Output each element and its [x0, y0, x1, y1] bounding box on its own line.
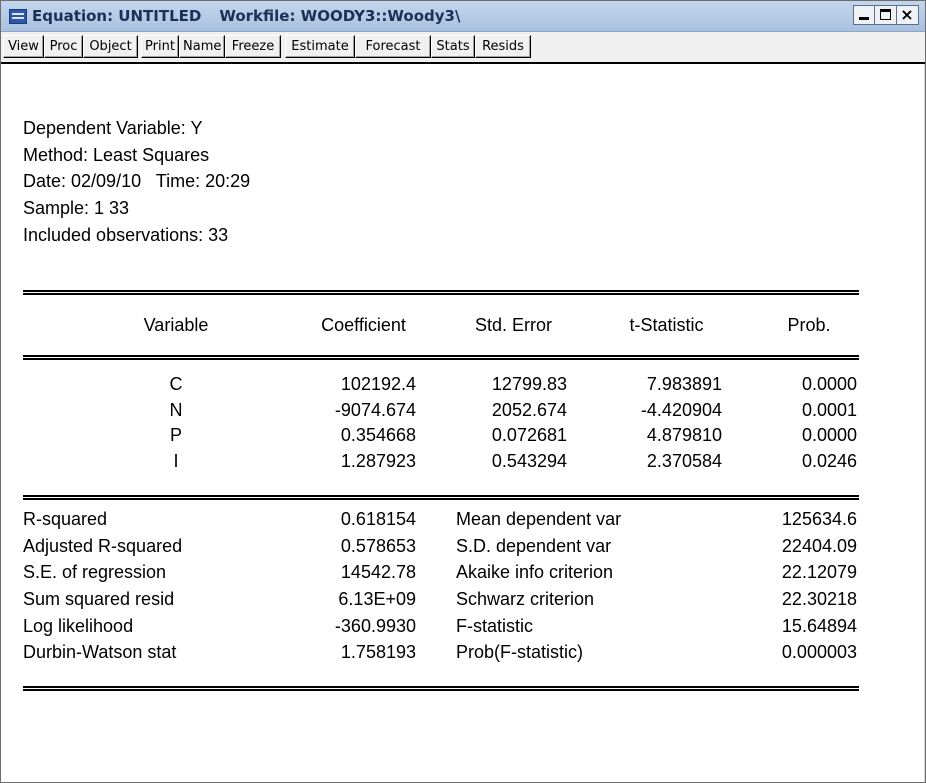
coef-coefficient: 0.354668: [340, 425, 416, 445]
maximize-icon: [880, 9, 891, 20]
stat-label-right: Schwarz criterion: [456, 589, 595, 609]
stat-value-right: 22.12079: [781, 562, 857, 582]
column-header-t-statistic: t-Statistic: [629, 315, 704, 335]
window-app-icon[interactable]: [9, 9, 27, 24]
stat-label-right: Akaike info criterion: [456, 562, 614, 582]
stat-value-right: 22.30218: [781, 589, 857, 609]
stat-label-left: S.E. of regression: [23, 562, 167, 582]
coef-variable: C: [169, 374, 183, 394]
freeze-button[interactable]: Freeze: [225, 35, 281, 58]
coef-t-statistic: -4.420904: [640, 400, 722, 420]
coef-coefficient: 102192.4: [340, 374, 416, 394]
coef-variable: N: [169, 400, 183, 420]
print-button[interactable]: Print: [141, 35, 179, 58]
column-header-coefficient: Coefficient: [321, 315, 406, 335]
coef-t-statistic: 4.879810: [646, 425, 722, 445]
coef-std-error: 12799.83: [491, 374, 567, 394]
stat-label-left: Sum squared resid: [23, 589, 175, 609]
coef-prob: 0.0246: [801, 451, 857, 471]
proc-button[interactable]: Proc: [44, 35, 83, 58]
date-time-line: Date: 02/09/10 Time: 20:29: [23, 171, 251, 191]
included-observations-line: Included observations: 33: [23, 225, 229, 245]
object-button[interactable]: Object: [83, 35, 138, 58]
stat-value-left: -360.9930: [334, 616, 416, 636]
name-button[interactable]: Name: [179, 35, 225, 58]
coef-coefficient: 1.287923: [340, 451, 416, 471]
dependent-variable-line: Dependent Variable: Y: [23, 118, 203, 138]
close-icon: ×: [900, 5, 914, 24]
coef-prob: 0.0000: [801, 425, 857, 445]
coef-bottom-rule: [23, 495, 859, 500]
title-bar[interactable]: Equation: UNTITLED Workfile: WOODY3::Wood…: [1, 1, 925, 32]
stat-label-right: S.D. dependent var: [456, 536, 612, 556]
stat-value-right: 125634.6: [781, 509, 857, 529]
coef-variable: P: [169, 425, 182, 445]
stat-label-right: Mean dependent var: [456, 509, 622, 529]
window-right-edge: [924, 64, 925, 782]
estimate-button[interactable]: Estimate: [285, 35, 355, 58]
stat-value-left: 14542.78: [340, 562, 416, 582]
equation-toolbar: View Proc Object Print Name Freeze Estim…: [1, 32, 925, 64]
coef-t-statistic: 2.370584: [646, 451, 722, 471]
stat-value-left: 0.618154: [340, 509, 416, 529]
table-bottom-rule: [23, 686, 859, 691]
close-button[interactable]: ×: [897, 5, 919, 25]
stat-label-left: R-squared: [23, 509, 108, 529]
coef-std-error: 0.072681: [491, 425, 567, 445]
view-button[interactable]: View: [3, 35, 44, 58]
equation-window: Equation: UNTITLED Workfile: WOODY3::Wood…: [0, 0, 926, 783]
title-equation: Equation: UNTITLED: [32, 7, 202, 25]
header-bottom-rule: [23, 355, 859, 360]
resids-button[interactable]: Resids: [475, 35, 531, 58]
stat-value-left: 6.13E+09: [338, 589, 416, 609]
stat-label-left: Durbin-Watson stat: [23, 642, 177, 662]
stat-label-right: F-statistic: [456, 616, 534, 636]
coef-variable: I: [173, 451, 179, 471]
minimize-button[interactable]: [853, 5, 875, 25]
minimize-icon: [859, 17, 869, 20]
stat-value-right: 15.64894: [781, 616, 857, 636]
table-top-rule: [23, 290, 859, 295]
coef-t-statistic: 7.983891: [646, 374, 722, 394]
coef-prob: 0.0001: [801, 400, 857, 420]
coef-std-error: 0.543294: [491, 451, 567, 471]
coef-std-error: 2052.674: [491, 400, 567, 420]
method-line: Method: Least Squares: [23, 145, 210, 165]
maximize-button[interactable]: [875, 5, 897, 25]
stat-value-right: 22404.09: [781, 536, 857, 556]
stat-value-left: 1.758193: [340, 642, 416, 662]
stat-value-right: 0.000003: [781, 642, 857, 662]
column-header-prob: Prob.: [787, 315, 831, 335]
stat-label-right: Prob(F-statistic): [456, 642, 584, 662]
coef-prob: 0.0000: [801, 374, 857, 394]
window-controls: ×: [853, 5, 919, 25]
stat-value-left: 0.578653: [340, 536, 416, 556]
forecast-button[interactable]: Forecast: [355, 35, 431, 58]
coef-coefficient: -9074.674: [334, 400, 416, 420]
stat-label-left: Adjusted R-squared: [23, 536, 183, 556]
stat-label-left: Log likelihood: [23, 616, 134, 636]
title-workfile: Workfile: WOODY3::Woody3\: [219, 7, 461, 25]
column-header-variable: Variable: [143, 315, 209, 335]
window-title: Equation: UNTITLED Workfile: WOODY3::Wood…: [32, 7, 460, 25]
sample-line: Sample: 1 33: [23, 198, 130, 218]
stats-button[interactable]: Stats: [431, 35, 475, 58]
output-area: Dependent Variable: Y Method: Least Squa…: [1, 64, 925, 782]
column-header-std-error: Std. Error: [474, 315, 553, 335]
